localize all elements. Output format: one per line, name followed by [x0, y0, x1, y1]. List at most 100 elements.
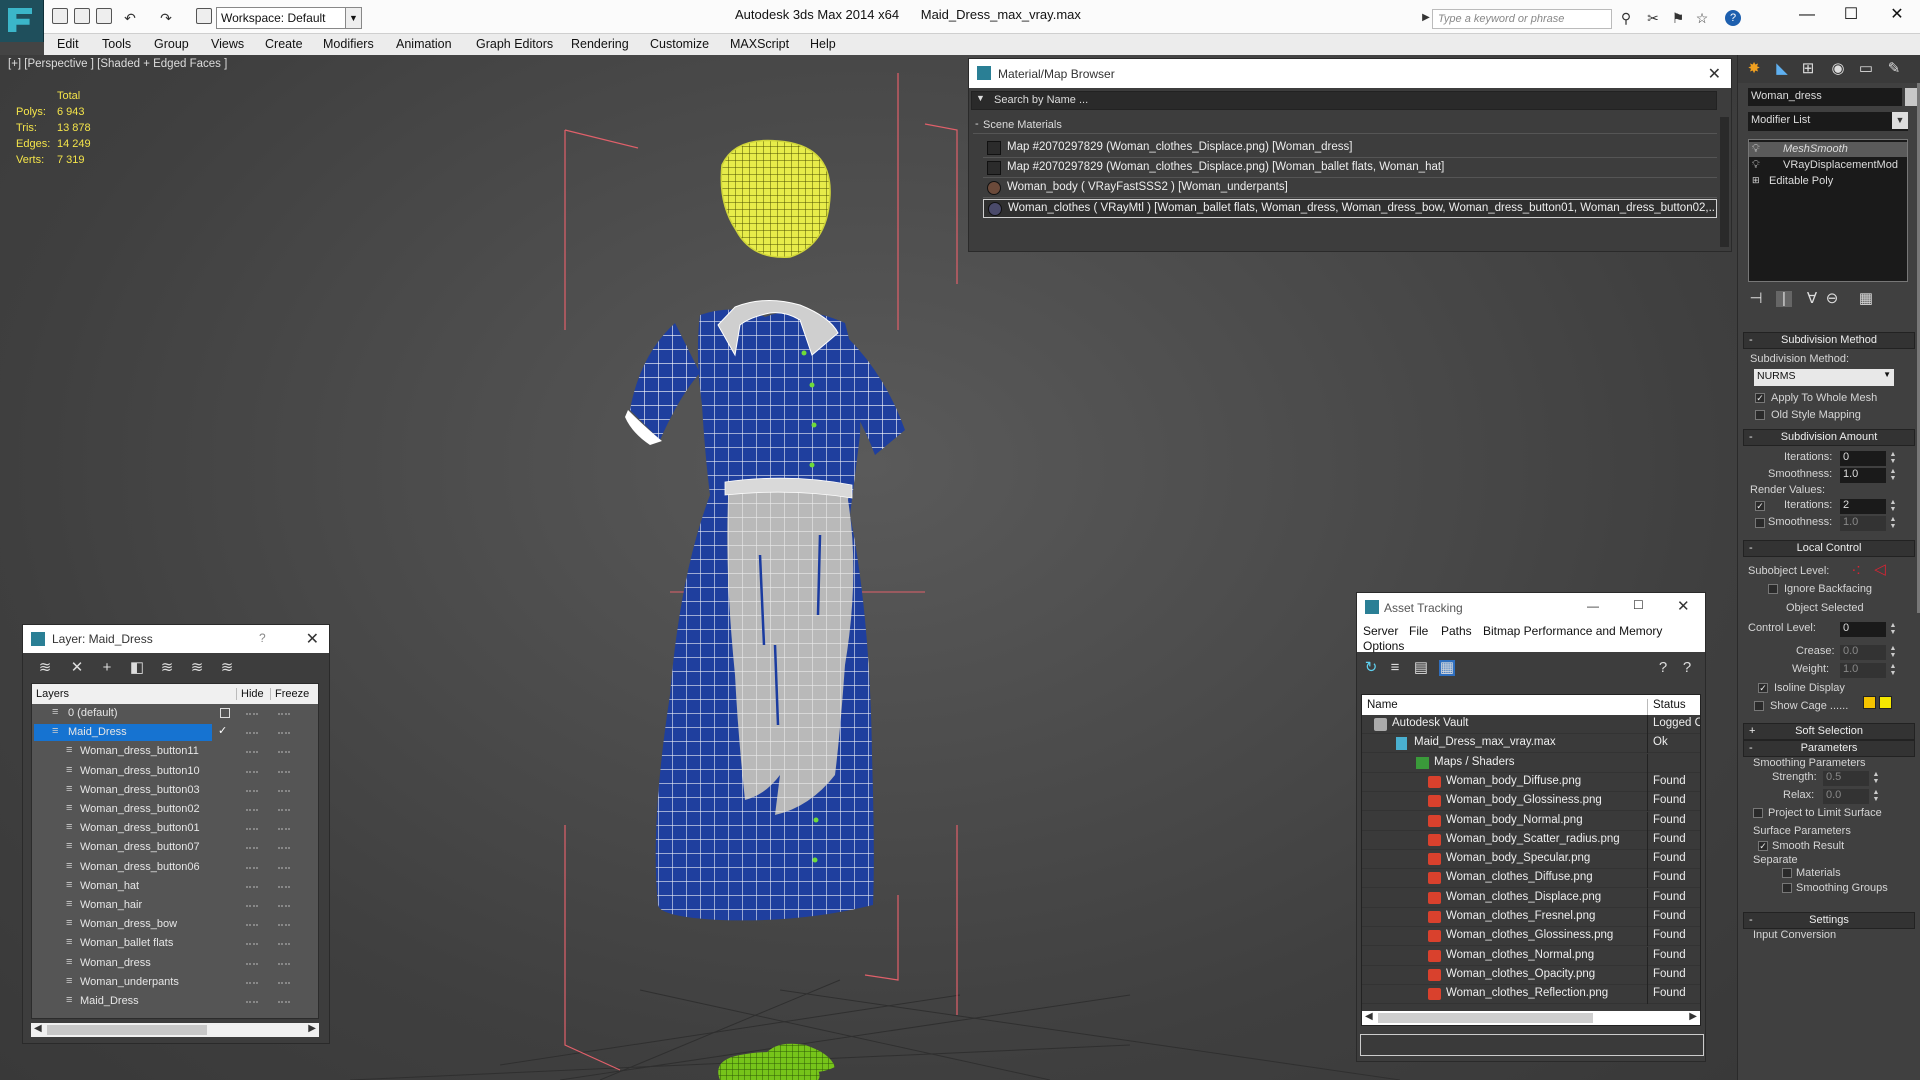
material-list-item[interactable]: Map #2070297829 (Woman_clothes_Displace.… — [983, 139, 1717, 158]
asset-row[interactable]: Woman_clothes_Glossiness.png Found — [1362, 927, 1700, 947]
open-file-icon[interactable] — [74, 8, 90, 24]
motion-tab-icon[interactable]: ◉ — [1830, 61, 1846, 77]
hide-toggle[interactable] — [246, 943, 258, 946]
app-logo-icon[interactable] — [0, 0, 44, 42]
freeze-toggle[interactable] — [278, 828, 290, 831]
layer-horizontal-scrollbar[interactable]: ◀ ▶ — [31, 1023, 319, 1037]
ignore-backfacing-checkbox[interactable] — [1768, 584, 1778, 594]
material-list-item-selected[interactable]: Woman_clothes ( VRayMtl ) [Woman_ballet … — [983, 199, 1717, 218]
iterations-spinner[interactable]: 0 — [1840, 451, 1886, 466]
layer-titlebar[interactable]: Layer: Maid_Dress ? ✕ — [23, 625, 329, 653]
communication-icon[interactable]: ⚑ — [1670, 10, 1686, 26]
utilities-tab-icon[interactable]: ✎ — [1886, 61, 1902, 77]
freeze-toggle[interactable] — [278, 751, 290, 754]
asset-row[interactable]: Woman_clothes_Normal.png Found — [1362, 946, 1700, 966]
asset-row[interactable]: Woman_body_Diffuse.png Found — [1362, 772, 1700, 792]
hide-toggle[interactable] — [246, 885, 258, 888]
scroll-right-icon[interactable]: ▶ — [1689, 1011, 1697, 1022]
modify-tab-icon[interactable]: ◣ — [1774, 61, 1790, 77]
material-list-item[interactable]: Map #2070297829 (Woman_clothes_Displace.… — [983, 159, 1717, 178]
help-context-icon[interactable]: ? — [1679, 660, 1695, 676]
hide-toggle[interactable] — [246, 751, 258, 754]
render-smoothness-spinner[interactable]: 1.0 — [1840, 516, 1886, 531]
separate-materials-checkbox[interactable] — [1782, 868, 1792, 878]
layer-row[interactable]: ≡ Woman_dress_button11 — [32, 742, 318, 761]
material-browser-titlebar[interactable]: Material/Map Browser ✕ — [969, 59, 1731, 88]
list-view-icon[interactable]: ≡ — [1387, 660, 1403, 676]
freeze-toggle[interactable] — [278, 885, 290, 888]
collapse-icon[interactable]: - — [975, 118, 979, 130]
render-smoothness-checkbox[interactable] — [1755, 518, 1765, 528]
hide-toggle[interactable] — [246, 962, 258, 965]
rollout-settings[interactable]: - Settings — [1743, 912, 1915, 929]
hide-toggle[interactable] — [246, 828, 258, 831]
close-icon[interactable]: ✕ — [1677, 597, 1690, 615]
create-layer-icon[interactable]: ≋ — [37, 660, 53, 676]
freeze-toggle[interactable] — [278, 924, 290, 927]
asset-titlebar[interactable]: Asset Tracking — ☐ ✕ — [1357, 593, 1705, 622]
search-options-icon[interactable]: ▼ — [976, 93, 985, 103]
close-icon[interactable]: ✕ — [1882, 4, 1912, 26]
maximize-icon[interactable]: ☐ — [1633, 598, 1644, 612]
freeze-toggle[interactable] — [278, 943, 290, 946]
strength-spinner[interactable]: 0.5 — [1823, 771, 1869, 786]
freeze-toggle[interactable] — [278, 905, 290, 907]
viewport-label[interactable]: [+] [Perspective ] [Shaded + Edged Faces… — [8, 58, 227, 70]
chevron-down-icon[interactable]: ▼ — [1883, 370, 1891, 379]
layer-row[interactable]: ≡ Woman_dress_button06 — [32, 858, 318, 877]
hide-toggle[interactable] — [246, 770, 258, 773]
layer-row[interactable]: ≡ Woman_hair — [32, 896, 318, 915]
chevron-down-icon[interactable]: ▼ — [1892, 112, 1908, 129]
layer-row[interactable]: ≡ Woman_dress_button02 — [32, 800, 318, 819]
freeze-toggle[interactable] — [278, 981, 290, 984]
refresh-icon[interactable]: ↻ — [1363, 660, 1379, 676]
layer-row[interactable]: ≡ Woman_dress_button01 — [32, 819, 318, 838]
subdivision-method-select[interactable]: NURMS ▼ — [1754, 369, 1894, 386]
undo-icon[interactable]: ↶ — [122, 10, 138, 26]
material-list-item[interactable]: Woman_body ( VRayFastSSS2 ) [Woman_under… — [983, 179, 1717, 198]
show-end-result-icon[interactable]: | — [1776, 291, 1792, 307]
apply-whole-mesh-checkbox[interactable]: ✓ — [1755, 393, 1765, 403]
menu-create[interactable]: Create — [265, 37, 303, 51]
hide-toggle[interactable] — [246, 866, 258, 869]
asset-row[interactable]: Woman_clothes_Fresnel.png Found — [1362, 908, 1700, 927]
create-tab-icon[interactable]: ✸ — [1746, 61, 1762, 77]
menu-help[interactable]: Help — [810, 37, 836, 51]
old-style-mapping-checkbox[interactable] — [1755, 410, 1765, 420]
material-search-input[interactable]: ▼ Search by Name ... — [971, 91, 1717, 110]
asset-row[interactable]: Woman_clothes_Opacity.png Found — [1362, 965, 1700, 985]
layer-row[interactable]: ≡ Maid_Dress ✓ — [32, 723, 318, 742]
table-view-icon[interactable]: ▦ — [1439, 660, 1455, 676]
spinner-arrows-icon[interactable]: ▲ ▼ — [1888, 499, 1898, 514]
column-layers[interactable]: Layers — [36, 688, 69, 700]
freeze-toggle[interactable] — [278, 789, 290, 792]
new-file-icon[interactable] — [52, 8, 68, 24]
rollout-subdivision-amount[interactable]: - Subdivision Amount — [1743, 429, 1915, 446]
configure-sets-icon[interactable]: ▦ — [1858, 291, 1874, 307]
help-icon[interactable]: ? — [1725, 10, 1741, 26]
make-unique-icon[interactable]: ∀ — [1804, 291, 1820, 307]
menu-server[interactable]: Server — [1363, 624, 1398, 638]
stack-item-vraydisplacement[interactable]: 💡︎ VRayDisplacementMod — [1749, 158, 1907, 173]
smoothness-spinner[interactable]: 1.0 — [1840, 468, 1886, 483]
spinner-arrows-icon[interactable]: ▲ ▼ — [1888, 622, 1898, 637]
scroll-thumb[interactable] — [47, 1025, 207, 1035]
object-color-swatch[interactable] — [1905, 88, 1917, 106]
add-to-layer-icon[interactable]: + — [99, 660, 115, 676]
spinner-arrows-icon[interactable]: ▲ ▼ — [1888, 516, 1898, 531]
layer-row[interactable]: ≡ Woman_ballet flats — [32, 934, 318, 953]
minimize-icon[interactable]: — — [1792, 4, 1822, 26]
spinner-arrows-icon[interactable]: ▲ ▼ — [1871, 771, 1881, 786]
asset-row[interactable]: Woman_clothes_Diffuse.png Found — [1362, 869, 1700, 889]
scene-materials-header[interactable]: - Scene Materials — [973, 117, 1717, 134]
asset-row[interactable]: Woman_body_Specular.png Found — [1362, 850, 1700, 870]
menu-file[interactable]: File — [1409, 624, 1428, 638]
project-folder-icon[interactable] — [196, 8, 212, 24]
menu-tools[interactable]: Tools — [102, 37, 131, 51]
menu-customize[interactable]: Customize — [650, 37, 709, 51]
layer-row[interactable]: ≡ Woman_dress_button03 — [32, 781, 318, 800]
current-layer-checkbox[interactable] — [220, 708, 230, 718]
rollout-soft-selection[interactable]: + Soft Selection — [1743, 723, 1915, 740]
freeze-toggle[interactable] — [278, 809, 290, 811]
rollout-subdivision-method[interactable]: - Subdivision Method — [1743, 332, 1915, 349]
